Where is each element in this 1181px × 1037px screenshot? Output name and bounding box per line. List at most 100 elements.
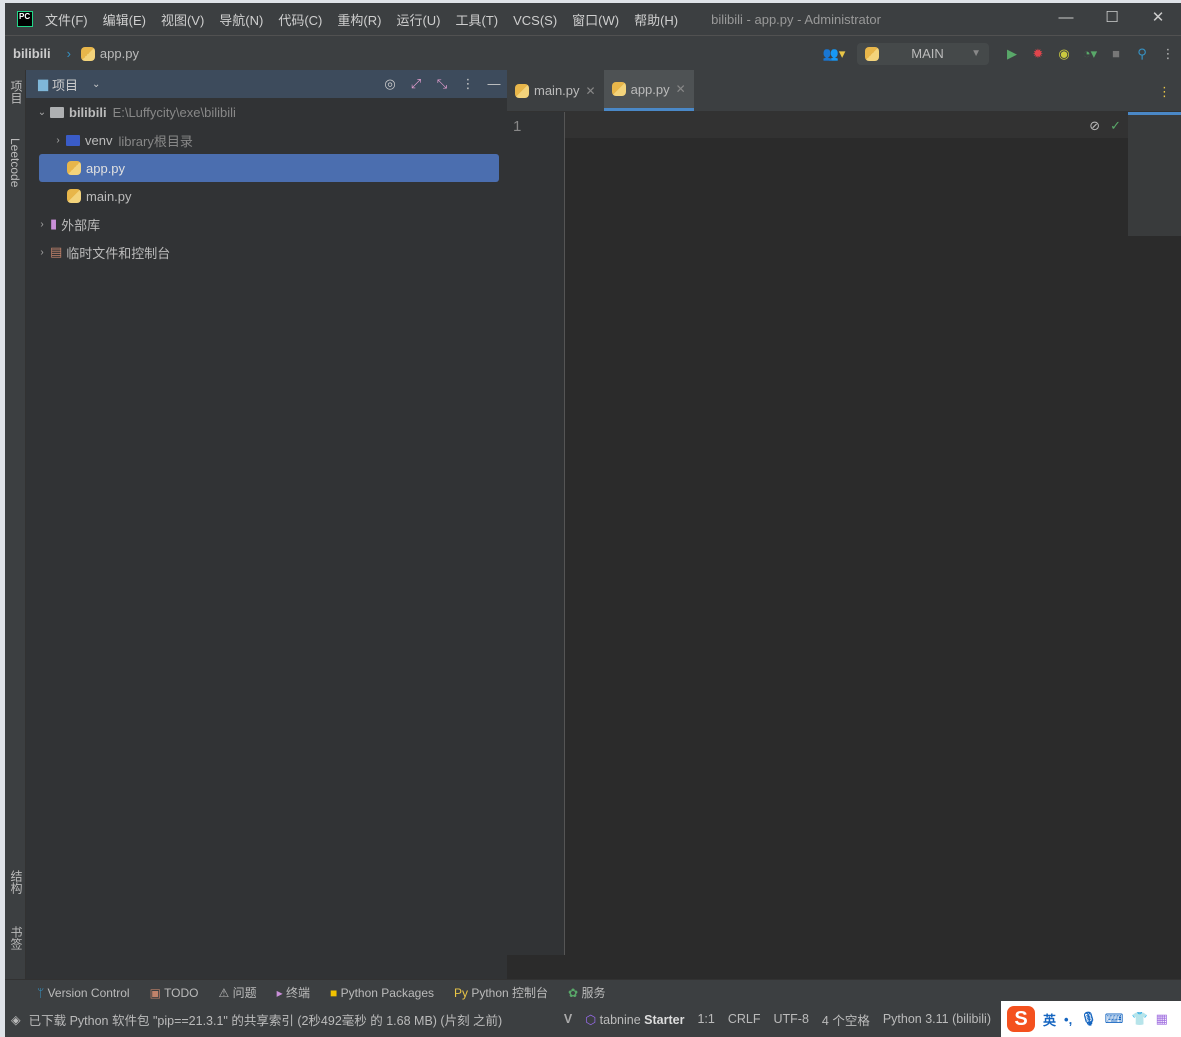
coverage-icon[interactable]: ◉	[1051, 46, 1077, 62]
status-message[interactable]: 已下载 Python 软件包 "pip==21.3.1" 的共享索引 (2秒49…	[29, 1010, 503, 1029]
tab-options-icon[interactable]: ⋮	[1148, 70, 1181, 111]
menu-edit[interactable]: 编辑(E)	[103, 13, 146, 28]
line-gutter: 1	[507, 112, 565, 955]
code-with-me-icon[interactable]: 👥▾	[821, 46, 847, 62]
minimize-button[interactable]: —	[1043, 3, 1089, 36]
keyboard-icon[interactable]: ⌨	[1105, 1011, 1124, 1027]
skin-icon[interactable]: 👕	[1131, 1011, 1147, 1027]
check-icon[interactable]: ✓	[1110, 118, 1121, 134]
chevron-down-icon[interactable]: ⌄	[92, 79, 100, 90]
run-config-select[interactable]: MAIN ▼	[857, 42, 989, 65]
tab-main-py[interactable]: main.py ✕	[507, 70, 604, 111]
tool-structure[interactable]: 结构	[8, 870, 25, 894]
more-icon[interactable]: ⋮	[1155, 46, 1181, 62]
menu-tools[interactable]: 工具(T)	[455, 13, 498, 28]
ime-language[interactable]: 英	[1043, 1010, 1056, 1029]
tree-label: 临时文件和控制台	[66, 245, 171, 261]
tool-python-console[interactable]: Py Python 控制台	[454, 984, 548, 1001]
menu-run[interactable]: 运行(U)	[396, 13, 440, 28]
project-panel-header: ▆ 项目 ⌄ ◎ ⤢ ⤡ ⋮ —	[26, 70, 507, 98]
vim-icon[interactable]: V	[564, 1012, 572, 1026]
tree-hint: library根目录	[118, 133, 193, 149]
caret-position[interactable]: 1:1	[697, 1012, 714, 1026]
search-icon[interactable]: ⚲	[1129, 46, 1155, 62]
collapse-all-icon[interactable]: ⤡	[429, 76, 455, 92]
maximize-button[interactable]: ☐	[1089, 3, 1135, 36]
apps-icon[interactable]: ▦	[1156, 1011, 1168, 1027]
tree-item-main-py[interactable]: main.py	[26, 182, 507, 210]
breadcrumb-project[interactable]: bilibili	[13, 46, 51, 61]
stop-icon[interactable]: ■	[1103, 46, 1129, 61]
menu-help[interactable]: 帮助(H)	[634, 13, 678, 28]
menu-window[interactable]: 窗口(W)	[572, 13, 619, 28]
tool-version-control[interactable]: ᛘ Version Control	[37, 986, 130, 1000]
profile-icon[interactable]: ◔▾	[1077, 46, 1103, 62]
python-file-icon	[80, 46, 95, 61]
tool-todo[interactable]: ▣ TODO	[150, 986, 199, 1000]
tree-label: venv	[85, 132, 113, 148]
close-icon[interactable]: ✕	[676, 82, 686, 96]
python-file-icon	[611, 82, 626, 96]
tool-services[interactable]: ✿ 服务	[568, 984, 605, 1001]
project-panel-title[interactable]: 项目	[52, 75, 78, 94]
tabnine-status[interactable]: ⬡ tabnine Starter	[585, 1012, 684, 1027]
tree-item-venv[interactable]: › venv library根目录	[26, 126, 507, 154]
ime-toolbar: S 英 •, 🎙 ⌨ 👕 ▦	[1001, 1001, 1181, 1037]
tree-item-scratches[interactable]: › ▤ 临时文件和控制台	[26, 238, 507, 266]
chevron-right-icon: ›	[40, 218, 44, 230]
debug-icon[interactable]: ✹	[1025, 46, 1051, 62]
expand-all-icon[interactable]: ⤢	[403, 76, 429, 92]
navigation-bar: bilibili › app.py 👥▾ MAIN ▼ ▶ ✹ ◉ ◔▾ ■ ⚲ …	[5, 37, 1181, 70]
interpreter[interactable]: Python 3.11 (bilibili)	[883, 1012, 991, 1026]
editor-area: main.py ✕ app.py ✕ ⋮ 1 ⊘ ✓	[507, 70, 1181, 979]
tool-problems[interactable]: ⚠ 问题	[219, 984, 257, 1001]
tool-terminal[interactable]: ▸ 终端	[277, 984, 310, 1001]
options-icon[interactable]: ⋮	[455, 76, 481, 92]
punctuation-icon[interactable]: •,	[1064, 1012, 1072, 1027]
close-icon[interactable]: ✕	[586, 84, 596, 98]
library-icon: ▮	[50, 216, 58, 231]
title-bar: PC 文件(F) 编辑(E) 视图(V) 导航(N) 代码(C) 重构(R) 运行(U) 工具…	[5, 3, 1181, 36]
layers-icon: ◈	[11, 1012, 21, 1027]
tree-hint: E:\Luffycity\exe\bilibili	[112, 104, 236, 120]
folder-icon	[50, 106, 64, 118]
reader-mode-icon[interactable]: ⊘	[1089, 118, 1100, 134]
hide-icon[interactable]: —	[481, 76, 507, 92]
code-line[interactable]	[565, 112, 1128, 138]
project-tree: ⌄ bilibili E:\Luffycity\exe\bilibili › venv…	[26, 98, 507, 266]
menu-code[interactable]: 代码(C)	[278, 13, 322, 28]
menu-file[interactable]: 文件(F)	[45, 13, 88, 28]
tree-label: bilibili	[69, 104, 107, 120]
indent-setting[interactable]: 4 个空格	[822, 1010, 870, 1029]
tool-python-packages[interactable]: ■ Python Packages	[330, 986, 434, 1000]
breadcrumb-file[interactable]: app.py	[100, 46, 139, 61]
menu-refactor[interactable]: 重构(R)	[337, 13, 381, 28]
menu-vcs[interactable]: VCS(S)	[513, 13, 557, 28]
tree-item-bilibili[interactable]: ⌄ bilibili E:\Luffycity\exe\bilibili	[26, 98, 507, 126]
sogou-logo[interactable]: S	[1007, 1006, 1035, 1032]
tool-bookmarks[interactable]: 书签	[8, 926, 25, 950]
chevron-down-icon: ⌄	[37, 106, 47, 118]
line-number: 1	[513, 118, 522, 135]
tree-label: 外部库	[61, 217, 101, 233]
run-icon[interactable]: ▶	[999, 46, 1025, 62]
tool-project[interactable]: 项目	[8, 80, 25, 104]
python-icon	[865, 46, 879, 61]
chevron-down-icon: ▼	[971, 48, 981, 59]
tab-app-py[interactable]: app.py ✕	[603, 70, 694, 111]
tree-label: main.py	[86, 188, 132, 204]
menu-view[interactable]: 视图(V)	[161, 13, 204, 28]
locate-icon[interactable]: ◎	[377, 76, 403, 92]
tool-leetcode[interactable]: Leetcode	[8, 138, 22, 187]
file-encoding[interactable]: UTF-8	[773, 1012, 808, 1026]
tab-label: app.py	[630, 81, 670, 97]
tree-item-app-py[interactable]: app.py	[39, 154, 499, 182]
window-title: bilibili - app.py - Administrator	[711, 11, 881, 27]
line-separator[interactable]: CRLF	[728, 1012, 761, 1026]
scrollbar[interactable]	[1128, 112, 1181, 236]
tree-item-external-libraries[interactable]: › ▮ 外部库	[26, 210, 507, 238]
close-button[interactable]: ✕	[1135, 3, 1181, 36]
microphone-icon[interactable]: 🎙	[1080, 1011, 1097, 1027]
menu-navigate[interactable]: 导航(N)	[219, 13, 263, 28]
project-panel: ▆ 项目 ⌄ ◎ ⤢ ⤡ ⋮ — ⌄ bilibili E:\Luffycity\exe\b…	[26, 70, 507, 979]
